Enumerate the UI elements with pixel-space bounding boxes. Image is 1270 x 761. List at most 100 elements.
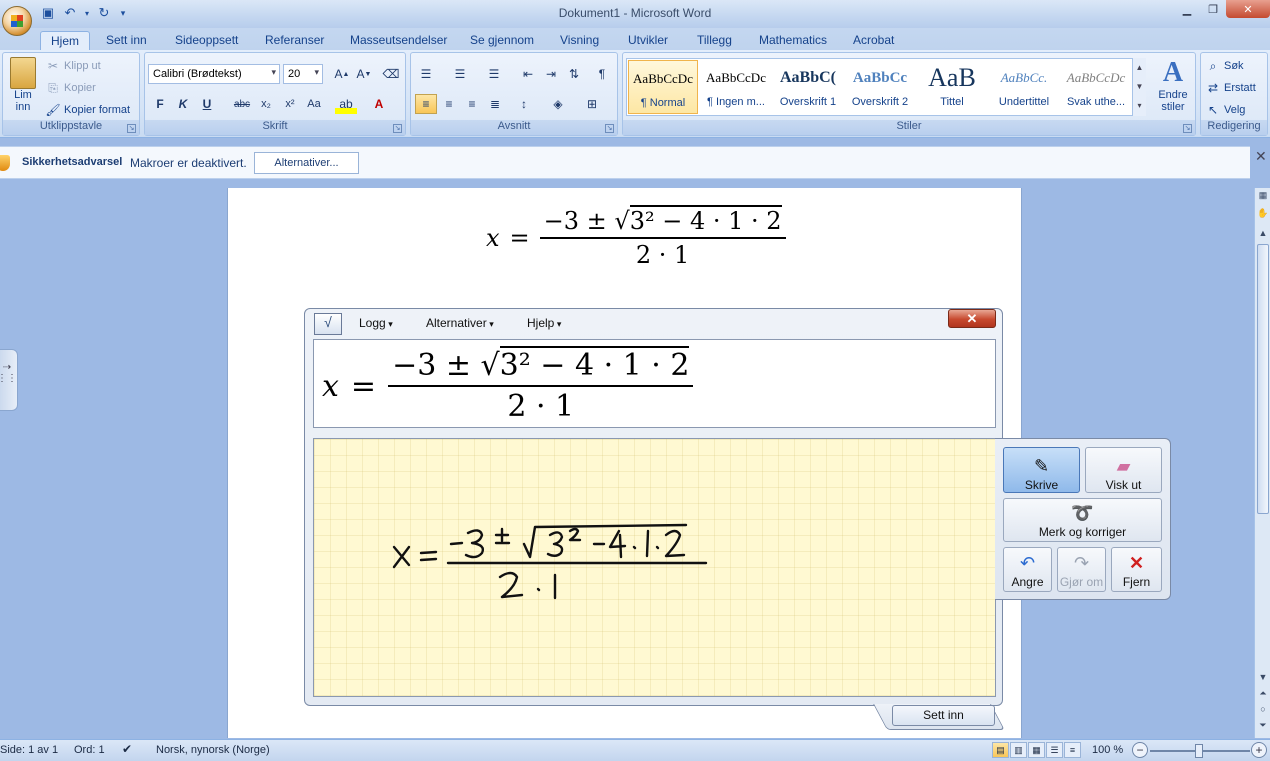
print-layout-icon[interactable]: ▤ — [992, 742, 1009, 758]
close-icon[interactable]: ✕ — [1226, 0, 1270, 18]
font-size-select[interactable]: 20 — [283, 64, 323, 84]
show-marks-icon[interactable]: ¶ — [591, 64, 613, 84]
font-launcher-icon[interactable]: ↘ — [393, 124, 402, 133]
input-panel-dock-handle[interactable]: ⇢ ⋮⋮ — [0, 349, 18, 411]
borders-icon[interactable]: ⊞ — [581, 94, 603, 114]
change-case-icon[interactable]: Aa — [303, 94, 325, 114]
zoom-in-icon[interactable]: + — [1251, 742, 1267, 758]
copy-button[interactable]: ⎘ Kopier — [45, 81, 96, 95]
multilevel-list-icon[interactable]: ☰ — [483, 64, 505, 84]
security-options-button[interactable]: Alternativer... — [254, 152, 359, 174]
subscript-icon[interactable]: x₂ — [255, 94, 277, 114]
style-heading-1[interactable]: AaBbC( Overskrift 1 — [773, 60, 843, 114]
sort-icon[interactable]: ⇅ — [563, 64, 585, 84]
style-heading-2[interactable]: AaBbCc Overskrift 2 — [845, 60, 915, 114]
minimize-icon[interactable]: ▁ — [1174, 0, 1200, 18]
zoom-out-icon[interactable]: − — [1132, 742, 1148, 758]
align-right-icon[interactable]: ≡ — [461, 94, 483, 114]
tab-sideoppsett[interactable]: Sideoppsett — [165, 31, 248, 50]
web-layout-icon[interactable]: ▦ — [1028, 742, 1045, 758]
security-close-icon[interactable]: ✕ — [1255, 148, 1267, 165]
select-button[interactable]: ↖ Velg — [1205, 103, 1245, 117]
clear-formatting-icon[interactable]: ⌫ — [380, 64, 402, 84]
style-normal[interactable]: AaBbCcDc ¶ Normal — [628, 60, 698, 114]
handwriting-area[interactable] — [313, 438, 996, 697]
cut-button[interactable]: ✂ Klipp ut — [45, 59, 101, 73]
recognition-preview[interactable]: x = −3 ± √3² − 4 · 1 · 2 2 · 1 — [313, 339, 996, 428]
write-button[interactable]: ✎ Skrive — [1003, 447, 1080, 493]
style-subtle-emphasis[interactable]: AaBbCcDc Svak uthe... — [1061, 60, 1131, 114]
scroll-down-icon[interactable]: ▼ — [1257, 672, 1269, 682]
redo-button[interactable]: ↷ Gjør om — [1057, 547, 1106, 592]
insert-button[interactable]: Sett inn — [892, 705, 995, 726]
tab-visning[interactable]: Visning — [550, 31, 609, 50]
scroll-thumb[interactable] — [1257, 244, 1269, 514]
font-family-select[interactable]: Calibri (Brødtekst) — [148, 64, 280, 84]
menu-alternativer[interactable]: Alternativer — [426, 316, 494, 330]
decrease-indent-icon[interactable]: ⇤ — [517, 64, 539, 84]
zoom-level[interactable]: 100 % — [1092, 744, 1123, 756]
pan-icon[interactable]: ✋ — [1257, 208, 1269, 219]
shading-icon[interactable]: ◈ — [547, 94, 569, 114]
draft-icon[interactable]: ≡ — [1064, 742, 1081, 758]
tab-mathematics[interactable]: Mathematics — [749, 31, 837, 50]
undo-button[interactable]: ↶ Angre — [1003, 547, 1052, 592]
align-center-icon[interactable]: ≡ — [438, 94, 460, 114]
replace-button[interactable]: ⇄ Erstatt — [1205, 81, 1256, 95]
page-count[interactable]: Side: 1 av 1 — [0, 744, 58, 756]
tab-sett-inn[interactable]: Sett inn — [96, 31, 157, 50]
zoom-slider-thumb[interactable] — [1195, 744, 1203, 758]
underline-icon[interactable]: U — [196, 94, 218, 114]
shrink-font-icon[interactable]: A ▼ — [353, 64, 375, 84]
increase-indent-icon[interactable]: ⇥ — [540, 64, 562, 84]
panel-close-icon[interactable]: ✕ — [948, 309, 996, 328]
strikethrough-icon[interactable]: abc — [231, 94, 253, 114]
clipboard-launcher-icon[interactable]: ↘ — [127, 124, 136, 133]
align-left-icon[interactable]: ≡ — [415, 94, 437, 114]
tab-se-gjennom[interactable]: Se gjennom — [460, 31, 544, 50]
line-spacing-icon[interactable]: ↕ — [513, 94, 535, 114]
format-painter-button[interactable]: 🖌 Kopier format — [45, 103, 130, 117]
tab-tillegg[interactable]: Tillegg — [687, 31, 742, 50]
bold-icon[interactable]: F — [149, 94, 171, 114]
previous-page-icon[interactable]: ⏶ — [1257, 688, 1269, 699]
view-ruler-icon[interactable]: ▦ — [1257, 190, 1269, 201]
select-correct-button[interactable]: ➰ Merk og korriger — [1003, 498, 1162, 542]
vertical-scrollbar[interactable]: ▦ ✋ ▲ ▼ ⏶ ○ ⏷ — [1254, 188, 1270, 738]
word-count[interactable]: Ord: 1 — [74, 744, 105, 756]
tab-hjem[interactable]: Hjem — [40, 31, 91, 50]
style-gallery-scroll[interactable]: ▲ ▼ ▾ — [1132, 58, 1146, 116]
highlight-icon[interactable]: ab — [335, 94, 357, 114]
language-indicator[interactable]: Norsk, nynorsk (Norge) — [156, 744, 270, 756]
menu-hjelp[interactable]: Hjelp — [527, 316, 561, 330]
browse-object-icon[interactable]: ○ — [1257, 704, 1269, 714]
superscript-icon[interactable]: x² — [279, 94, 301, 114]
tab-referanser[interactable]: Referanser — [255, 31, 334, 50]
erase-button[interactable]: ▰ Visk ut — [1085, 447, 1162, 493]
tab-acrobat[interactable]: Acrobat — [843, 31, 904, 50]
style-no-spacing[interactable]: AaBbCcDc ¶ Ingen m... — [701, 60, 771, 114]
change-styles-button[interactable]: A Endre stiler — [1153, 57, 1193, 113]
maximize-icon[interactable]: ❐ — [1200, 0, 1226, 18]
font-color-icon[interactable]: A — [368, 94, 390, 114]
scroll-up-icon[interactable]: ▲ — [1257, 228, 1269, 238]
proofing-icon[interactable]: ✔ — [122, 742, 132, 756]
outline-icon[interactable]: ☰ — [1046, 742, 1063, 758]
next-page-icon[interactable]: ⏷ — [1257, 720, 1269, 731]
style-title[interactable]: AaB Tittel — [917, 60, 987, 114]
office-button[interactable] — [2, 6, 32, 36]
tab-masseutsendelser[interactable]: Masseutsendelser — [340, 31, 457, 50]
grow-font-icon[interactable]: A ▲ — [331, 64, 353, 84]
justify-icon[interactable]: ≣ — [484, 94, 506, 114]
italic-icon[interactable]: K — [172, 94, 194, 114]
menu-logg[interactable]: Logg — [359, 316, 393, 330]
tab-utvikler[interactable]: Utvikler — [618, 31, 678, 50]
numbering-icon[interactable]: ☰ — [449, 64, 471, 84]
bullets-icon[interactable]: ☰ — [415, 64, 437, 84]
paragraph-launcher-icon[interactable]: ↘ — [605, 124, 614, 133]
document-equation[interactable]: x = −3 ± √3² − 4 · 1 · 2 2 · 1 — [486, 205, 786, 269]
full-screen-reading-icon[interactable]: ▥ — [1010, 742, 1027, 758]
find-button[interactable]: ⌕ Søk — [1205, 59, 1244, 73]
styles-launcher-icon[interactable]: ↘ — [1183, 124, 1192, 133]
style-subtitle[interactable]: AaBbCc. Undertittel — [989, 60, 1059, 114]
